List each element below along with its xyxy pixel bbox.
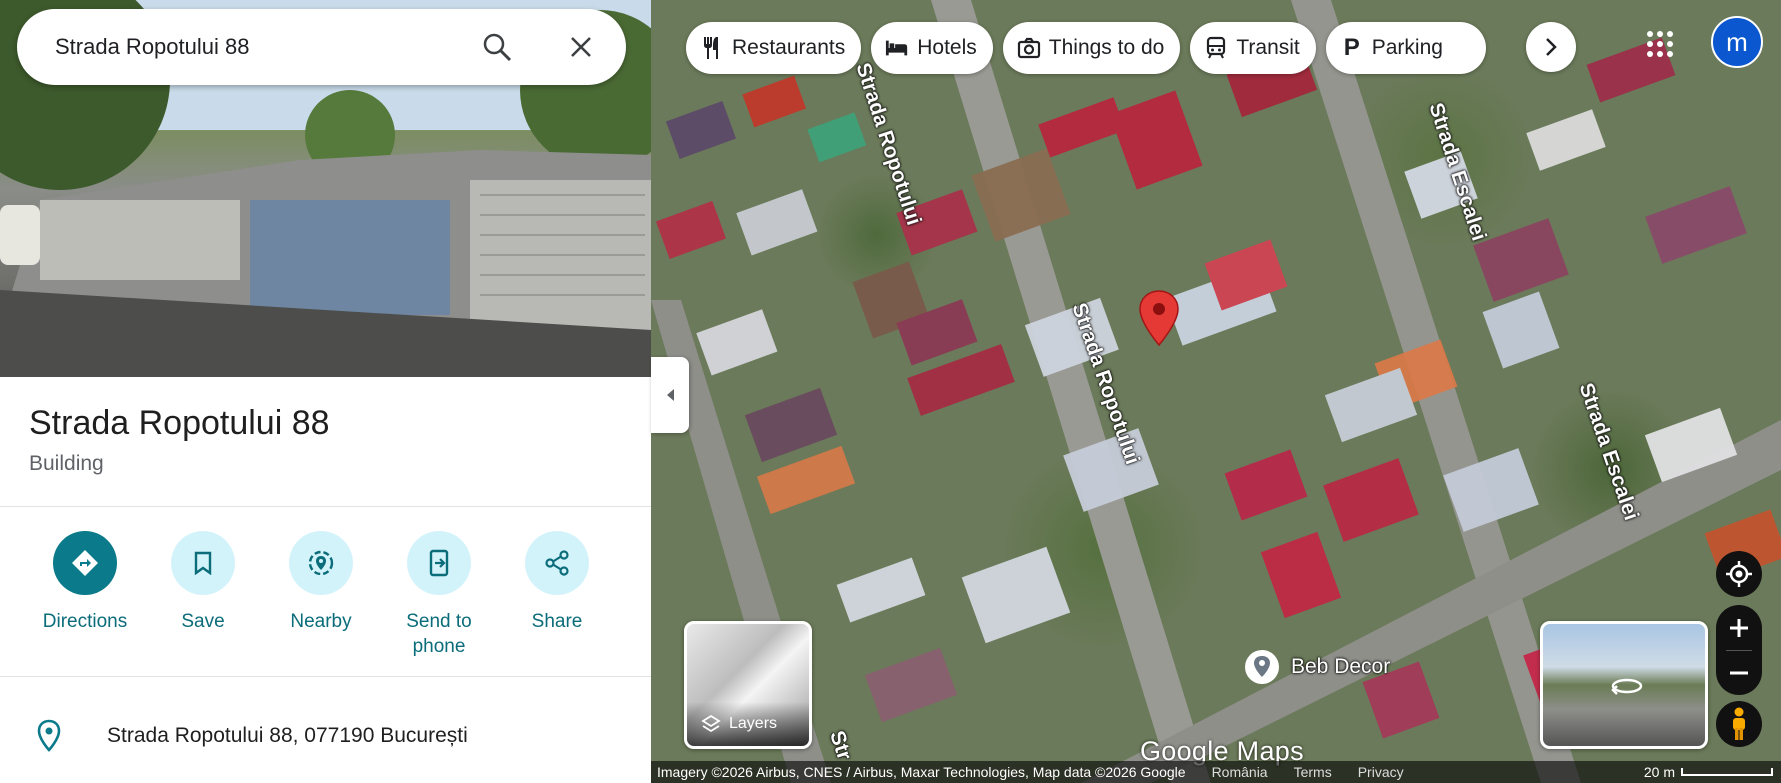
share-icon [545,550,569,576]
search-button[interactable] [479,29,515,65]
save-circle [171,531,235,595]
clear-search-button[interactable] [563,29,599,65]
share-button[interactable]: Share [498,531,616,634]
directions-circle [53,531,117,595]
poi-label: Beb Decor [1291,655,1391,678]
zoom-controls [1716,605,1762,695]
nearby-circle [289,531,353,595]
send-to-phone-button[interactable]: Send to phone [380,531,498,659]
account-avatar[interactable]: m [1711,16,1763,68]
directions-icon [72,550,98,576]
pegman-icon [1733,707,1745,740]
bed-icon [885,36,909,60]
zoom-in-button[interactable] [1716,605,1762,650]
search-box [17,9,626,85]
chips-next-button[interactable] [1526,22,1576,72]
chip-hotels[interactable]: Hotels [871,22,993,74]
layers-button[interactable]: Layers [684,621,812,749]
chip-things-to-do[interactable]: Things to do [1002,22,1181,74]
crosshair-icon [1726,561,1752,587]
train-icon [1204,36,1228,60]
chip-label: Things to do [1048,36,1165,59]
action-label: Share [531,611,583,632]
save-button[interactable]: Save [144,531,262,634]
send-to-phone-circle [407,531,471,595]
action-label: Save [181,611,225,632]
nearby-icon [308,550,334,576]
address-text: Strada Ropotului 88, 077190 București [107,724,468,747]
layers-label-row: Layers [687,702,809,746]
my-location-button[interactable] [1716,551,1762,597]
directions-button[interactable]: Directions [26,531,144,634]
map-scale[interactable]: 20 m [1644,764,1781,780]
maps-app: Strada Ropotului Strada Ropotului Strada… [0,0,1781,783]
chip-label: Hotels [917,36,977,59]
place-panel: Strada Ropotului 88 Building Directions … [0,0,651,783]
chevron-right-icon [1546,38,1557,56]
layers-label: Layers [729,715,778,732]
collapse-panel-button[interactable] [651,357,689,433]
action-label: Send to phone [406,611,472,657]
chip-restaurants[interactable]: Restaurants [686,22,862,74]
apps-grid-icon [1647,31,1673,57]
street-view-thumbnail[interactable] [1540,621,1708,749]
privacy-link[interactable]: Privacy [1358,764,1404,780]
chip-transit[interactable]: Transit [1190,22,1316,74]
nearby-button[interactable]: Nearby [262,531,380,634]
location-pin-icon[interactable] [1138,289,1180,349]
share-circle [525,531,589,595]
chip-label: Restaurants [732,36,846,59]
chip-parking[interactable]: P Parking [1325,22,1486,74]
scale-label: 20 m [1643,764,1675,780]
terms-link[interactable]: Terms [1294,764,1332,780]
minus-icon [1730,671,1748,674]
action-label: Directions [42,611,128,632]
caret-left-icon [667,389,674,401]
imagery-attribution: Imagery ©2026 Airbus, CNES / Airbus, Max… [657,764,1186,780]
country-link[interactable]: România [1212,764,1268,780]
zoom-divider [1726,650,1752,651]
bookmark-icon [194,551,212,575]
place-category[interactable]: Building [29,452,104,476]
category-chips: Restaurants Hotels Things to do Transit … [686,22,1486,74]
layers-icon [701,714,721,733]
google-apps-button[interactable] [1644,28,1676,60]
close-icon [571,37,591,57]
rotate-360-icon [1611,678,1643,695]
plus-icon [1730,618,1748,637]
address-row[interactable]: Strada Ropotului 88, 077190 București [0,706,651,766]
map-footer: Imagery ©2026 Airbus, CNES / Airbus, Max… [651,761,1781,783]
zoom-out-button[interactable] [1716,650,1762,695]
send-to-phone-icon [429,549,449,577]
poi-beb-decor[interactable]: Beb Decor [1243,648,1390,686]
fork-knife-icon [700,36,724,60]
divider [0,506,651,507]
poi-pin-icon [1245,650,1279,684]
divider [0,676,651,677]
parking-icon: P [1343,34,1360,61]
chip-label: Transit [1236,36,1300,59]
scale-bar [1681,768,1773,776]
place-title: Strada Ropotului 88 [29,404,330,442]
search-input[interactable] [55,34,455,60]
chip-label: Parking [1371,36,1443,59]
camera-icon [1017,36,1041,60]
pegman-button[interactable] [1716,701,1762,747]
action-label: Nearby [290,611,352,632]
location-pin-outline-icon [37,719,61,752]
search-icon [483,33,512,62]
